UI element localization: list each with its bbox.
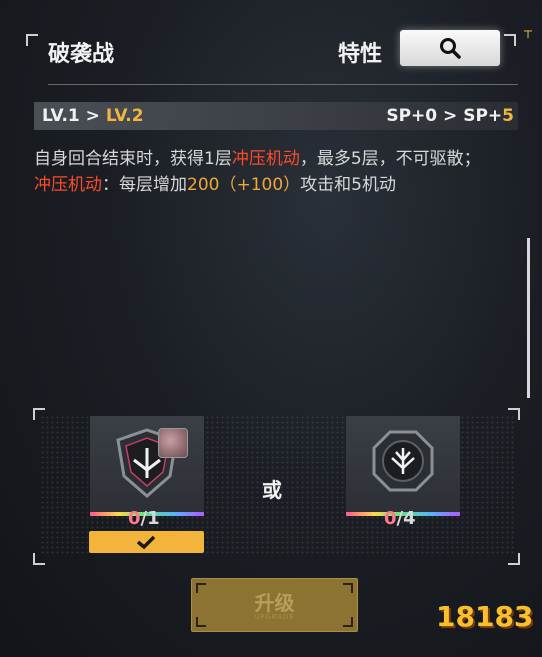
owned-count: 0	[384, 508, 397, 529]
desc-text: 自身回合结束时，获得1层	[34, 149, 232, 169]
skill-title: 破袭战	[48, 42, 115, 67]
level-to: LV.2	[105, 106, 144, 126]
material-count: 0/4	[384, 508, 416, 529]
divider	[48, 84, 518, 85]
upgrade-button[interactable]: 升级 UPGRADE	[191, 578, 358, 632]
search-icon	[440, 38, 461, 59]
desc-value: 200（+100）	[187, 175, 301, 195]
sp-from: SP+0	[386, 106, 438, 126]
selected-indicator	[89, 531, 204, 553]
level-change: LV.1 > LV.2	[42, 106, 144, 126]
avatar	[158, 428, 188, 458]
material-corner	[508, 408, 520, 420]
sp-arrow: >	[437, 106, 464, 126]
desc-text: ，最多5层，不可驱散；	[299, 149, 481, 169]
scroll-top-marker: ⊤	[523, 28, 534, 41]
sp-to: 5	[502, 106, 514, 126]
level-from: LV.1	[42, 106, 80, 126]
material-count: 0/1	[128, 508, 160, 529]
or-label: 或	[262, 478, 282, 502]
required-count: /1	[140, 508, 160, 529]
site-watermark: 18183	[436, 600, 534, 633]
trait-label: 特性	[338, 42, 383, 67]
search-button[interactable]	[400, 30, 500, 66]
check-icon	[136, 535, 156, 550]
panel-corner	[504, 34, 516, 46]
desc-text: 攻击和5机动	[300, 175, 396, 195]
material-slot-2[interactable]	[346, 416, 460, 516]
upgrade-label: 升级	[254, 591, 295, 615]
desc-text: ：每层增加	[102, 175, 187, 195]
skill-panel: 破袭战 特性 ⊤ LV.1 > LV.2 SP+0 > SP+5 自身回合结束时…	[0, 0, 542, 657]
sp-prefix: SP+	[463, 106, 503, 126]
material-corner	[508, 553, 520, 565]
material-corner	[33, 553, 45, 565]
material-corner	[33, 408, 45, 420]
upgrade-sub-label: UPGRADE	[254, 613, 295, 621]
required-count: /4	[396, 508, 416, 529]
level-bar: LV.1 > LV.2 SP+0 > SP+5	[34, 102, 518, 130]
owned-count: 0	[128, 508, 141, 529]
skill-description: 自身回合结束时，获得1层冲压机动，最多5层，不可驱散； 冲压机动：每层增加200…	[34, 146, 524, 198]
level-arrow: >	[79, 106, 106, 126]
scrollbar[interactable]	[527, 238, 530, 398]
keyword-link[interactable]: 冲压机动	[232, 149, 300, 169]
gear-chip-icon	[372, 430, 434, 492]
panel-corner	[26, 34, 38, 46]
sp-change: SP+0 > SP+5	[386, 106, 514, 126]
keyword-link[interactable]: 冲压机动	[34, 175, 102, 195]
